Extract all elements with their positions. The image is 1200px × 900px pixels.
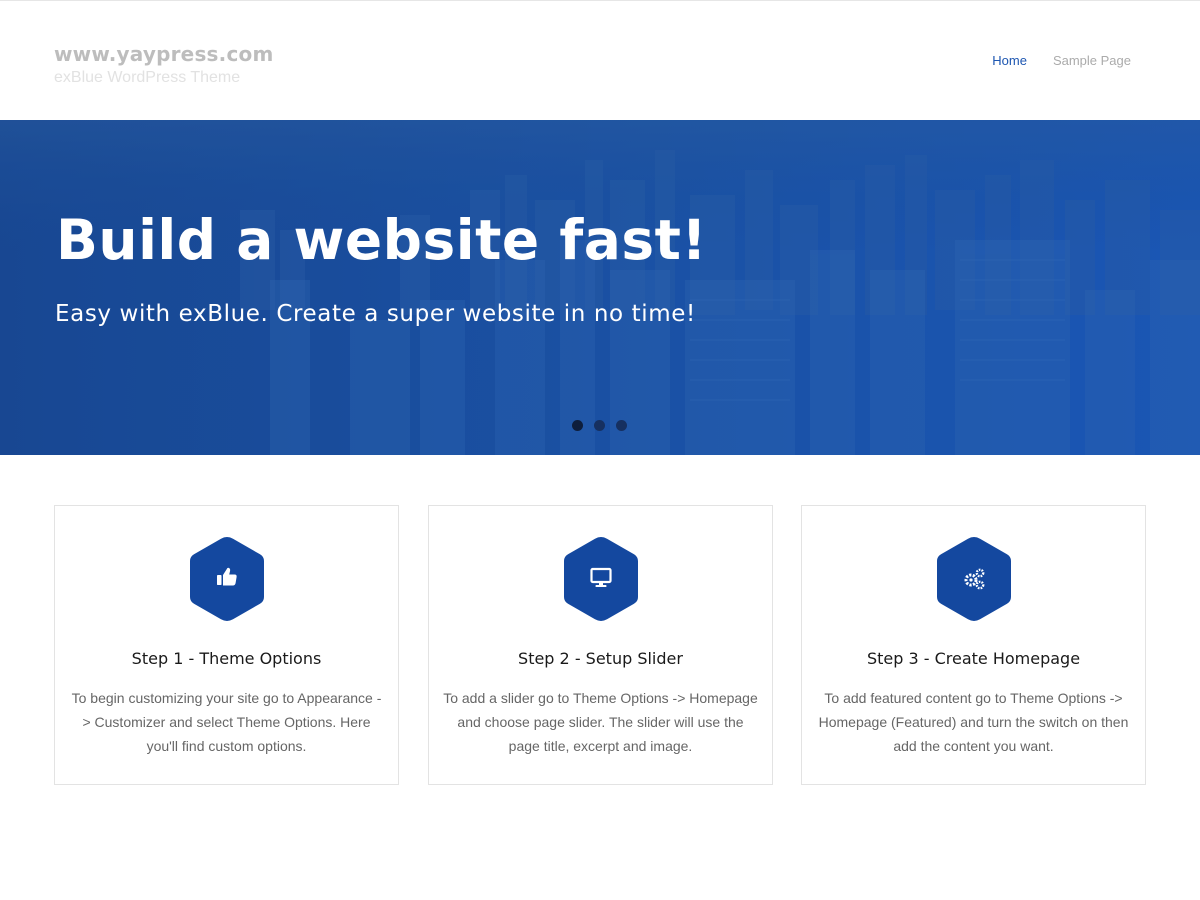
feature-title: Step 2 - Setup Slider <box>518 649 683 668</box>
site-title-link[interactable]: www.yaypress.com <box>54 42 274 66</box>
hexagon-badge <box>564 537 638 621</box>
feature-description: To add featured content go to Theme Opti… <box>818 690 1129 754</box>
feature-description: To add a slider go to Theme Options -> H… <box>443 690 758 754</box>
feature-description: To begin customizing your site go to App… <box>71 690 382 754</box>
slider-dot-3[interactable] <box>616 420 627 431</box>
feature-title: Step 3 - Create Homepage <box>866 649 1081 668</box>
slider-dot-1[interactable] <box>572 420 583 431</box>
slider-dot-2[interactable] <box>594 420 605 431</box>
nav-item-home[interactable]: Home <box>992 53 1027 68</box>
feature-card-create-homepage: Step 3 - Create Homepage To add featured… <box>801 505 1146 785</box>
site-description: exBlue WordPress Theme <box>54 69 241 86</box>
hexagon-badge <box>937 537 1011 621</box>
city-skyline-background <box>0 120 1200 455</box>
hexagon-badge <box>190 537 264 621</box>
hero-subtitle: Easy with exBlue. Create a super website… <box>55 301 696 327</box>
nav-item-sample-page[interactable]: Sample Page <box>1053 53 1131 68</box>
feature-card-theme-options: Step 1 - Theme Options To begin customiz… <box>54 505 399 785</box>
hero-slider: Build a website fast! Easy with exBlue. … <box>0 120 1200 455</box>
hero-title: Build a website fast! <box>56 208 708 272</box>
feature-card-setup-slider: Step 2 - Setup Slider To add a slider go… <box>428 505 773 785</box>
site-header: www.yaypress.com exBlue WordPress Theme … <box>0 1 1200 120</box>
main-navigation: Home Sample Page <box>992 53 1131 68</box>
slider-pagination <box>572 420 627 431</box>
feature-title: Step 1 - Theme Options <box>131 649 322 668</box>
